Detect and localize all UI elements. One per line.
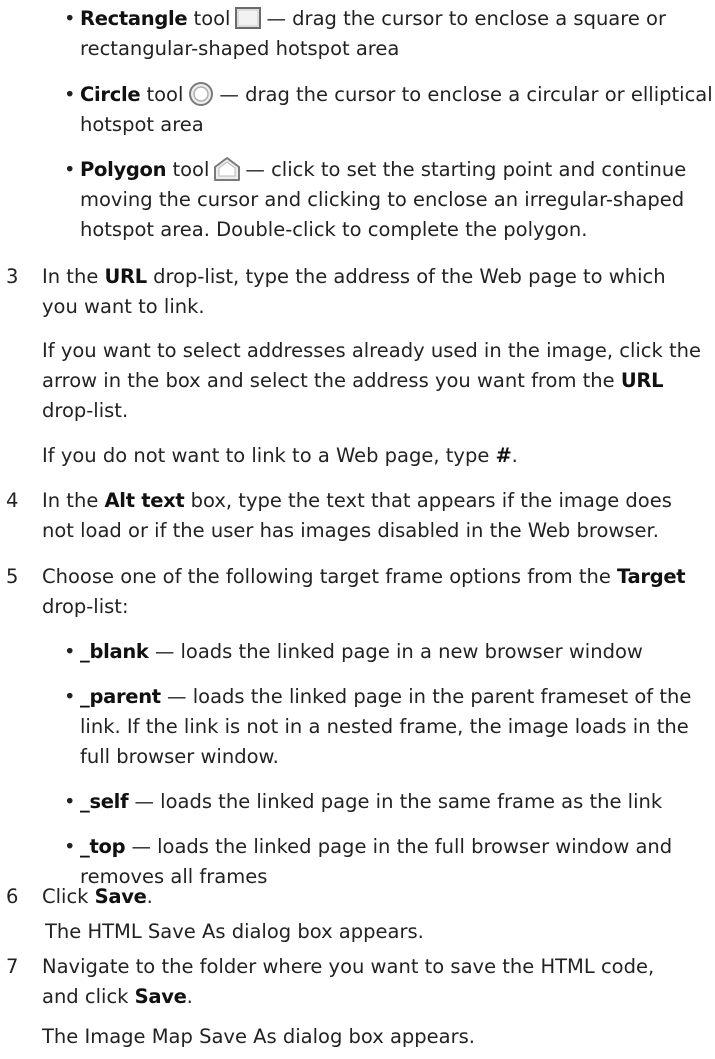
rectangle-tool-desc-1: — drag the cursor to enclose a square or	[266, 7, 666, 30]
step-3-para-1-line-3: drop-list.	[42, 399, 129, 422]
step-7-text-b: and click	[42, 985, 129, 1008]
hash-symbol: #	[495, 444, 512, 467]
tool-word: tool	[172, 158, 210, 181]
target-top-name: _top	[80, 835, 126, 858]
url-label: URL	[104, 265, 148, 288]
step-7: 7 Navigate to the folder where you want …	[0, 952, 715, 1012]
polygon-tool-desc-3: hotspot area. Double-click to complete t…	[80, 218, 588, 241]
help-page: • Rectangle tool — drag the cursor to enc…	[0, 0, 715, 1059]
save-label: Save	[134, 985, 187, 1008]
polygon-tool-name: Polygon	[80, 158, 167, 181]
bullet: •	[64, 790, 76, 813]
target-self-item: • _self — loads the linked page in the s…	[64, 787, 715, 817]
circle-tool-desc-2: hotspot area	[80, 113, 204, 136]
step-7-result: The Image Map Save As dialog box appears…	[42, 1022, 475, 1052]
step-number: 5	[6, 565, 19, 588]
target-blank-desc: — loads the linked page in a new browser…	[154, 640, 643, 663]
rectangle-tool-icon	[234, 5, 262, 31]
step-5-text-b: drop-list:	[42, 595, 129, 618]
target-parent-item: • _parent — loads the linked page in the…	[64, 682, 715, 772]
step-7-text-a: Navigate to the folder where you want to…	[42, 955, 655, 978]
step-3-text-b: drop-list, type the address of the Web p…	[153, 265, 666, 288]
step-3-para-1: If you want to select addresses already …	[42, 336, 701, 426]
tool-word: tool	[146, 83, 184, 106]
step-4-text-c: not load or if the user has images disab…	[42, 519, 659, 542]
step-number: 3	[6, 265, 19, 288]
step-5-text-a: Choose one of the following target frame…	[42, 565, 611, 588]
target-blank-name: _blank	[80, 640, 149, 663]
target-self-desc: — loads the linked page in the same fram…	[134, 790, 663, 813]
step-3: 3 In the URL drop-list, type the address…	[0, 262, 715, 322]
circle-tool-name: Circle	[80, 83, 141, 106]
bullet: •	[64, 83, 76, 106]
polygon-tool-desc-2: moving the cursor and clicking to enclos…	[80, 188, 685, 211]
target-top-desc-1: — loads the linked page in the full brow…	[131, 835, 673, 858]
step-3-para-2: If you do not want to link to a Web page…	[42, 441, 518, 471]
circle-tool-icon	[187, 81, 215, 107]
tool-word: tool	[193, 7, 231, 30]
step-number: 4	[6, 489, 19, 512]
target-label: Target	[617, 565, 686, 588]
step-3-text-a: In the	[42, 265, 99, 288]
polygon-tool-icon	[213, 156, 241, 182]
step-3-para-1-line-2: arrow in the box and select the address …	[42, 369, 615, 392]
step-6: 6 Click Save.	[0, 882, 715, 912]
bullet: •	[64, 640, 76, 663]
circle-tool-item: • Circle tool — drag the cursor to enclos…	[64, 80, 715, 140]
rectangle-tool-item: • Rectangle tool — drag the cursor to enc…	[64, 4, 715, 64]
step-6-text-a: Click	[42, 885, 89, 908]
circle-tool-desc-1: — drag the cursor to enclose a circular …	[219, 83, 713, 106]
step-3-text-c: you want to link.	[42, 295, 205, 318]
target-parent-desc-1: — loads the linked page in the parent fr…	[167, 685, 692, 708]
step-4-text-a: In the	[42, 489, 99, 512]
rectangle-tool-name: Rectangle	[80, 7, 188, 30]
step-number: 7	[6, 955, 19, 978]
step-4-text-b: box, type the text that appears if the i…	[190, 489, 672, 512]
step-6-result: The HTML Save As dialog box appears.	[45, 917, 424, 947]
step-3-para-2-text: If you do not want to link to a Web page…	[42, 444, 490, 467]
alt-text-label: Alt text	[104, 489, 185, 512]
target-parent-desc-3: full browser window.	[80, 745, 279, 768]
step-4: 4 In the Alt text box, type the text tha…	[0, 486, 715, 546]
bullet: •	[64, 685, 76, 708]
url-label: URL	[620, 369, 664, 392]
step-6-result-text: The HTML Save As dialog box appears.	[45, 920, 424, 943]
target-blank-item: • _blank — loads the linked page in a ne…	[64, 637, 715, 667]
polygon-tool-desc-1: — click to set the starting point and co…	[245, 158, 687, 181]
target-parent-name: _parent	[80, 685, 161, 708]
rectangle-tool-desc-2: rectangular-shaped hotspot area	[80, 37, 400, 60]
save-label: Save	[94, 885, 147, 908]
target-self-name: _self	[80, 790, 129, 813]
period: .	[511, 444, 518, 467]
target-parent-desc-2: link. If the link is not in a nested fra…	[80, 715, 689, 738]
polygon-tool-item: • Polygon tool — click to set the startin…	[64, 155, 715, 245]
period: .	[186, 985, 193, 1008]
bullet: •	[64, 835, 76, 858]
step-7-result-text: The Image Map Save As dialog box appears…	[42, 1025, 475, 1048]
bullet: •	[64, 7, 76, 30]
bullet: •	[64, 158, 76, 181]
period: .	[146, 885, 153, 908]
step-number: 6	[6, 885, 19, 908]
step-3-para-1-line-1: If you want to select addresses already …	[42, 339, 702, 362]
step-5: 5 Choose one of the following target fra…	[0, 562, 715, 622]
